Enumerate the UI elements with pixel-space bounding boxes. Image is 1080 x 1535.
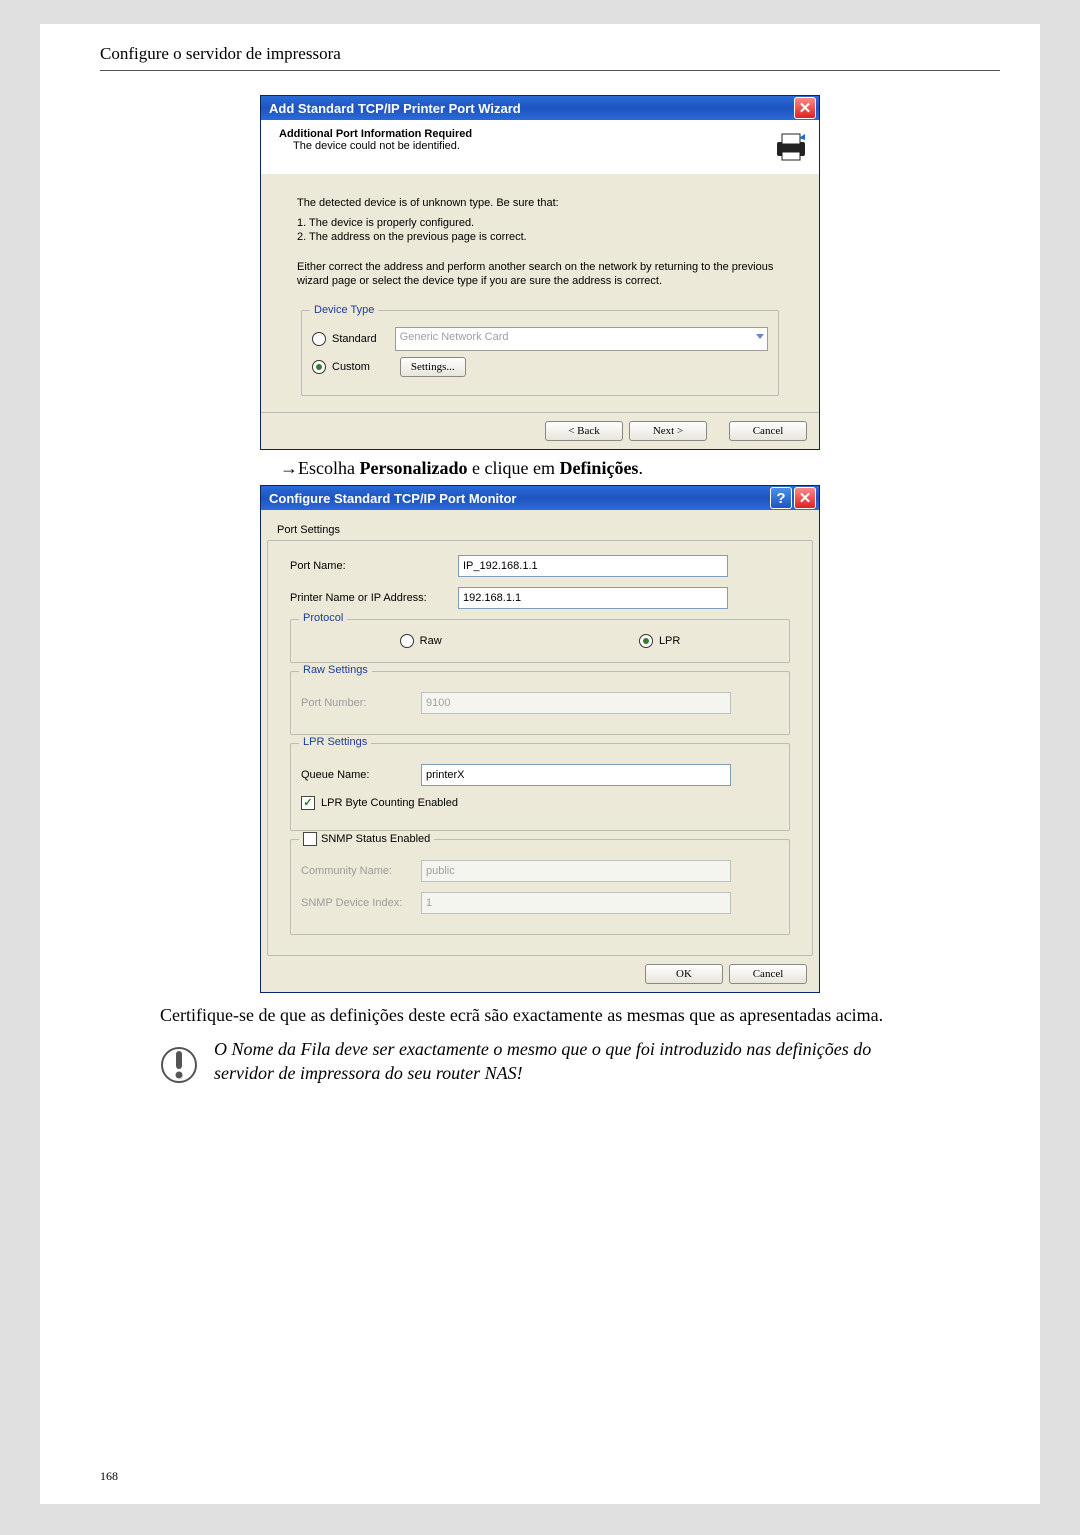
instruction-line: →Escolha Personalizado e clique em Defin… <box>280 458 1000 479</box>
wizard1-header: Additional Port Information Required The… <box>261 120 819 174</box>
radio-raw-label: Raw <box>420 635 442 647</box>
wizard1-body: The detected device is of unknown type. … <box>261 174 819 412</box>
note-icon <box>160 1041 198 1089</box>
queue-name-input[interactable] <box>421 764 731 786</box>
lpr-byte-check[interactable] <box>301 796 315 810</box>
port-number-input <box>421 692 731 714</box>
wizard1-dialog: Add Standard TCP/IP Printer Port Wizard … <box>260 95 820 450</box>
port-number-label: Port Number: <box>301 697 421 709</box>
cancel-button[interactable]: Cancel <box>729 964 807 984</box>
wizard2-footer: OK Cancel <box>261 956 819 992</box>
wizard1-head-title: Additional Port Information Required <box>279 128 472 140</box>
radio-custom[interactable] <box>312 360 326 374</box>
wizard2-titlebar: Configure Standard TCP/IP Port Monitor ?… <box>261 486 819 510</box>
radio-standard-label: Standard <box>332 332 377 346</box>
wizard1-item1: 1. The device is properly configured. <box>297 216 783 230</box>
note-row: O Nome da Fila deve ser exactamente o me… <box>160 1037 1000 1089</box>
figure-wizard-1: Add Standard TCP/IP Printer Port Wizard … <box>260 95 1000 450</box>
close-icon[interactable]: ✕ <box>794 487 816 509</box>
instr-pre: Escolha <box>298 458 359 478</box>
close-icon[interactable]: ✕ <box>794 97 816 119</box>
page-header: Configure o servidor de impressora <box>100 44 1000 71</box>
help-icon[interactable]: ? <box>770 487 792 509</box>
wizard1-titlebar: Add Standard TCP/IP Printer Port Wizard … <box>261 96 819 120</box>
cancel-button[interactable]: Cancel <box>729 421 807 441</box>
raw-settings-group: Raw Settings Port Number: <box>290 671 790 735</box>
lpr-settings-legend: LPR Settings <box>299 736 371 748</box>
wizard1-item2: 2. The address on the previous page is c… <box>297 230 783 244</box>
wizard1-title: Add Standard TCP/IP Printer Port Wizard <box>269 101 521 116</box>
community-label: Community Name: <box>301 865 421 877</box>
wizard1-head-sub: The device could not be identified. <box>293 140 472 152</box>
device-type-group: Device Type Standard Generic Network Car… <box>301 310 779 396</box>
figure-wizard-2: Configure Standard TCP/IP Port Monitor ?… <box>260 485 1000 993</box>
radio-custom-label: Custom <box>332 360 370 374</box>
printer-address-input[interactable] <box>458 587 728 609</box>
snmp-legend-text: SNMP Status Enabled <box>321 833 430 845</box>
printer-address-label: Printer Name or IP Address: <box>290 592 458 604</box>
ok-button[interactable]: OK <box>645 964 723 984</box>
instr-bold1: Personalizado <box>359 458 467 478</box>
instr-mid: e clique em <box>467 458 559 478</box>
snmp-index-input <box>421 892 731 914</box>
next-button[interactable]: Next > <box>629 421 707 441</box>
community-input <box>421 860 731 882</box>
tab-port-settings[interactable]: Port Settings <box>277 524 813 536</box>
printer-icon <box>773 128 809 164</box>
instr-bold2: Definições <box>559 458 638 478</box>
lpr-settings-group: LPR Settings Queue Name: LPR Byte Counti… <box>290 743 790 831</box>
raw-settings-legend: Raw Settings <box>299 664 372 676</box>
protocol-group: Protocol Raw LPR <box>290 619 790 663</box>
page-number: 168 <box>100 1469 118 1484</box>
queue-name-label: Queue Name: <box>301 769 421 781</box>
instr-end: . <box>638 458 643 478</box>
snmp-group: SNMP Status Enabled Community Name: SNMP… <box>290 839 790 935</box>
port-name-label: Port Name: <box>290 560 458 572</box>
radio-standard[interactable] <box>312 332 326 346</box>
settings-button[interactable]: Settings... <box>400 357 466 377</box>
wizard1-footer: < Back Next > Cancel <box>261 412 819 449</box>
arrow-icon: → <box>280 458 298 478</box>
device-type-legend: Device Type <box>310 303 378 317</box>
back-button[interactable]: < Back <box>545 421 623 441</box>
device-type-select[interactable]: Generic Network Card <box>395 327 768 351</box>
radio-raw[interactable] <box>400 634 414 648</box>
wizard1-para2: Either correct the address and perform a… <box>297 260 783 288</box>
document-page: Configure o servidor de impressora Add S… <box>40 24 1040 1504</box>
wizard1-para1: The detected device is of unknown type. … <box>297 196 783 210</box>
lpr-byte-label: LPR Byte Counting Enabled <box>321 797 458 809</box>
body-paragraph: Certifique-se de que as definições deste… <box>160 1003 960 1027</box>
radio-lpr-label: LPR <box>659 635 680 647</box>
snmp-index-label: SNMP Device Index: <box>301 897 421 909</box>
wizard2-dialog: Configure Standard TCP/IP Port Monitor ?… <box>260 485 820 993</box>
snmp-legend: SNMP Status Enabled <box>299 832 434 846</box>
snmp-enabled-check[interactable] <box>303 832 317 846</box>
port-name-input[interactable] <box>458 555 728 577</box>
radio-lpr[interactable] <box>639 634 653 648</box>
wizard2-title: Configure Standard TCP/IP Port Monitor <box>269 491 516 506</box>
protocol-legend: Protocol <box>299 612 347 624</box>
note-text: O Nome da Fila deve ser exactamente o me… <box>214 1037 914 1085</box>
